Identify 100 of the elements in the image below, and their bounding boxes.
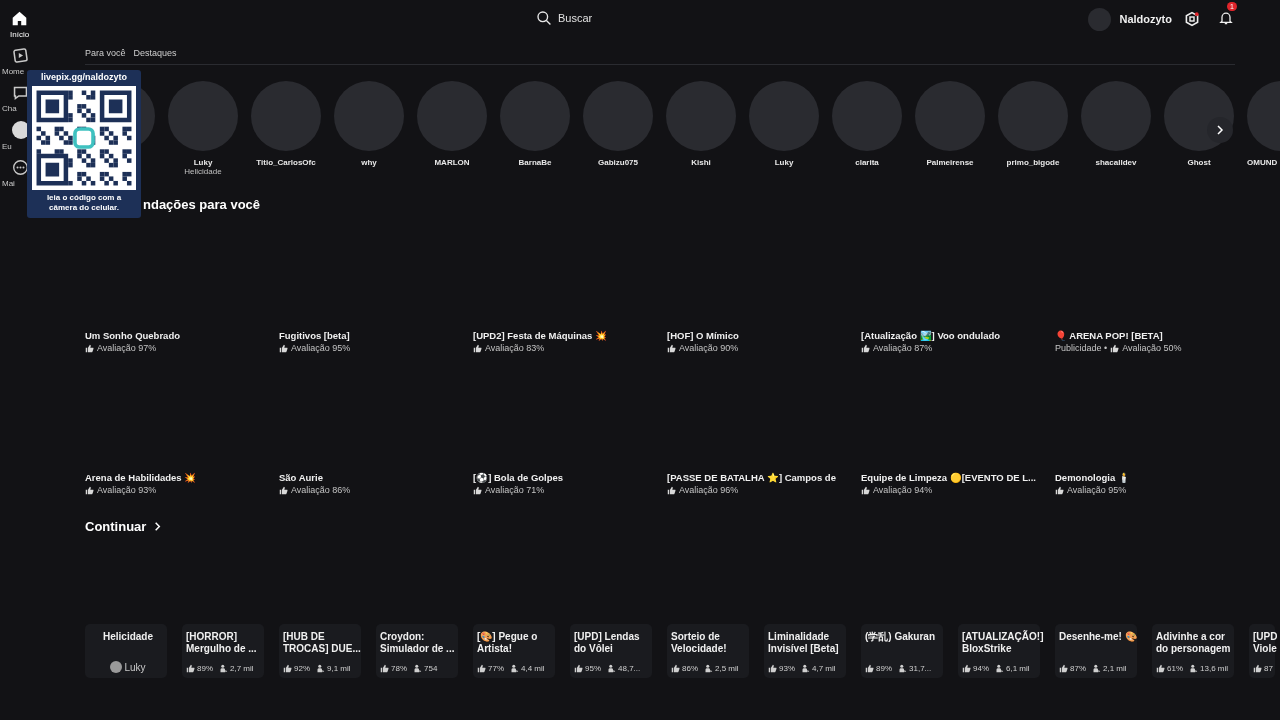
game-title[interactable]: [PASSE DE BATALHA ⭐] Campos de	[667, 472, 861, 483]
avatar[interactable]	[1088, 7, 1112, 31]
bell-icon[interactable]	[1218, 10, 1234, 26]
tab[interactable]: Destaques	[133, 48, 177, 58]
sidebar-item[interactable]: Cha	[0, 84, 29, 113]
game-title[interactable]: São Aurie	[279, 472, 473, 483]
rating: Avaliação 71%	[485, 485, 545, 495]
game-title[interactable]: [⚽] Bola de Golpes	[473, 472, 667, 483]
thumbs-up-icon	[186, 664, 195, 673]
thumbs-up-icon	[667, 343, 676, 353]
rating: Avaliação 86%	[291, 485, 351, 495]
thumbs-up-icon	[1059, 664, 1068, 673]
section-title[interactable]: Continuar	[85, 519, 147, 534]
friend-name[interactable]: Titio_CarlosOfc	[256, 158, 316, 167]
friend-name[interactable]: BarnaBe	[518, 158, 552, 167]
game-title[interactable]: [UPD2] Festa de Máquinas 💥	[473, 330, 667, 341]
game-card[interactable]: [HUB DE TROCAS] DUE... 92% 9,1 mil	[279, 624, 361, 678]
friend-name[interactable]: MARLON	[434, 158, 470, 167]
rating: 92%	[294, 664, 310, 673]
username[interactable]: Naldozyto	[1119, 13, 1172, 25]
tab[interactable]: Para você	[85, 48, 126, 58]
player-count: 6,1 mil	[1006, 664, 1030, 673]
hexagon-icon[interactable]	[1184, 11, 1200, 27]
game-card[interactable]: Adivinhe a cor do personagem 61% 13,6 mil	[1152, 624, 1234, 678]
player-icon	[413, 664, 422, 673]
rating: 78%	[391, 664, 407, 673]
game-title: (学乱) Gakuran	[865, 631, 936, 643]
player-count: 2,1 mil	[1103, 664, 1127, 673]
friend-name[interactable]: why	[361, 158, 377, 167]
thumbs-up-icon	[279, 485, 288, 495]
player-count: 4,7 mil	[812, 664, 836, 673]
game-title: [UPD] Lendas do Vôlei	[574, 631, 641, 655]
rating: Avaliação 90%	[679, 343, 739, 353]
rating: 86%	[682, 664, 698, 673]
rating: 95%	[585, 664, 601, 673]
rating: Avaliação 94%	[873, 485, 933, 495]
player-count: 31,7...	[909, 664, 932, 673]
friend-name[interactable]: primo_bigode	[1006, 158, 1060, 167]
game-card[interactable]: Desenhe-me! 🎨 87% 2,1 mil	[1055, 624, 1137, 678]
rating: Avaliação 96%	[679, 485, 739, 495]
game-card[interactable]: [UPD Viole 87	[1249, 624, 1275, 678]
rating: Avaliação 95%	[1067, 485, 1127, 495]
friend-name[interactable]: clarita	[855, 158, 879, 167]
game-card[interactable]: Sorteio de Velocidade! 86% 2,5 mil	[667, 624, 749, 678]
friend-name[interactable]: Luky	[193, 158, 213, 167]
rating: Avaliação 93%	[97, 485, 157, 495]
rating: 61%	[1167, 664, 1183, 673]
friend-status: Helicidade	[184, 167, 222, 176]
sidebar-item[interactable]: Mome	[0, 47, 29, 76]
sidebar-item[interactable]: Início	[0, 10, 30, 39]
thumbs-up-icon	[667, 485, 676, 495]
game-title[interactable]: [Atualização 🏞] Voo ondulado	[861, 330, 1055, 341]
rating: Avaliação 87%	[873, 343, 933, 353]
friend-name[interactable]: Luky	[774, 158, 794, 167]
game-card[interactable]: [UPD] Lendas do Vôlei 95% 48,7...	[570, 624, 652, 678]
play-icon	[12, 47, 29, 64]
game-title: Helicidade	[103, 631, 153, 643]
rating: 94%	[973, 664, 989, 673]
player-icon	[1189, 664, 1198, 673]
rating: 89%	[197, 664, 213, 673]
friend-name[interactable]: Palmeirense	[926, 158, 974, 167]
search-field[interactable]: Buscar	[558, 12, 628, 24]
game-card[interactable]: Croydon: Simulador de ... 78% 754	[376, 624, 458, 678]
friend-name[interactable]: Gabizu075	[598, 158, 638, 167]
game-title[interactable]: Um Sonho Quebrado	[85, 330, 279, 341]
player-icon	[510, 664, 519, 673]
thumbs-up-icon	[861, 343, 870, 353]
game-title[interactable]: Arena de Habilidades 💥	[85, 472, 279, 483]
player-count: 2,5 mil	[715, 664, 739, 673]
chat-icon	[12, 84, 29, 101]
friend-name[interactable]: OMUND	[1247, 158, 1278, 167]
sidebar-item[interactable]: Mai	[0, 159, 29, 188]
game-card[interactable]: Liminalidade Invisível [Beta] 93% 4,7 mil	[764, 624, 846, 678]
game-title: [HORROR] Mergulho de ...	[186, 631, 258, 655]
player-icon	[995, 664, 1004, 673]
friend-name[interactable]: Kishi	[691, 158, 711, 167]
friend-name[interactable]: shacalldev	[1095, 158, 1137, 167]
game-title[interactable]: 🎈 ARENA POP! [BETA]	[1055, 330, 1249, 341]
game-title: Adivinhe a cor do personagem	[1156, 631, 1232, 655]
game-title[interactable]: Equipe de Limpeza 🟡[EVENTO DE L...	[861, 472, 1055, 483]
thumbs-up-icon	[283, 664, 292, 673]
qr-code-icon	[32, 86, 136, 190]
game-card[interactable]: [HORROR] Mergulho de ... 89% 2,7 mil	[182, 624, 264, 678]
thumbs-up-icon	[85, 343, 94, 353]
thumbs-up-icon	[671, 664, 680, 673]
rating: Avaliação 97%	[97, 343, 157, 353]
player-count: 13,6 mil	[1200, 664, 1229, 673]
game-title: [UPD Viole	[1253, 631, 1277, 655]
game-title[interactable]: [HOF] O Mímico	[667, 330, 861, 341]
thumbs-up-icon	[1253, 664, 1262, 673]
game-card[interactable]: Helicidade Luky	[85, 624, 167, 678]
game-title[interactable]: Demonologia 🕯	[1055, 472, 1249, 483]
thumbs-up-icon	[279, 343, 288, 353]
player-icon	[704, 664, 713, 673]
rating: 87	[1264, 664, 1273, 673]
game-card[interactable]: (学乱) Gakuran 89% 31,7...	[861, 624, 943, 678]
player-icon	[801, 664, 810, 673]
friend-name[interactable]: Ghost	[1187, 158, 1211, 167]
game-card[interactable]: [🎨] Pegue o Artista! 77% 4,4 mil	[473, 624, 555, 678]
game-title[interactable]: Fugitivos [beta]	[279, 330, 473, 341]
